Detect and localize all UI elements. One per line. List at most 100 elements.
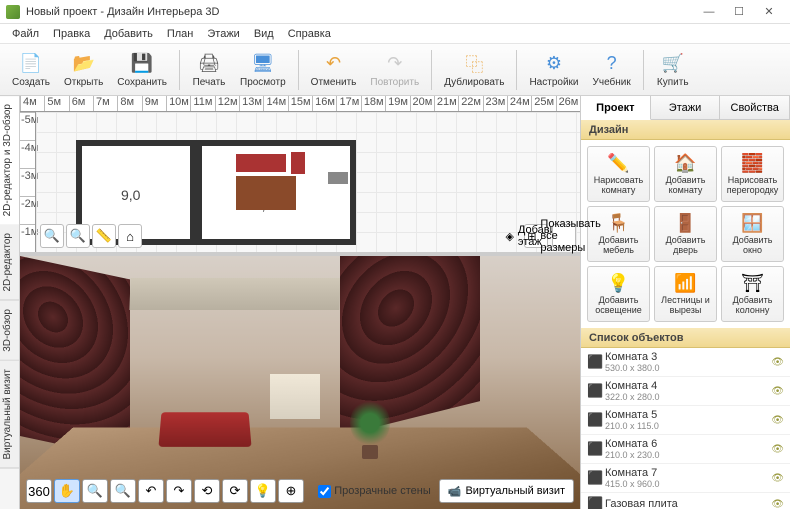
visibility-icon[interactable]: 👁 bbox=[771, 499, 784, 509]
show-dims-button[interactable]: ⊞Показывать все размеры bbox=[552, 224, 576, 248]
left-tab-2[interactable]: 3D-обзор bbox=[0, 301, 19, 361]
sofa-2d[interactable] bbox=[236, 154, 286, 172]
ruler-horizontal: 4м5м6м7м8м9м10м11м12м13м14м15м16м17м18м1… bbox=[20, 96, 580, 112]
objects-header: Список объектов bbox=[581, 328, 790, 348]
settings-3d-button[interactable]: ⊕ bbox=[278, 479, 304, 503]
toolbar-открыть[interactable]: 📂Открыть bbox=[58, 50, 109, 90]
object-item[interactable]: ⬛Газовая плита👁 bbox=[581, 493, 790, 509]
object-item[interactable]: ⬛Комната 6210.0 x 230.0👁 bbox=[581, 435, 790, 464]
view2d-right-tools: ◈Добавить этаж ⊞Показывать все размеры bbox=[524, 224, 576, 248]
view-2d[interactable]: -5м-4м-3м-2м-1м 9,0 20,0 🔍 🔍 📏 ⌂ ◈Добави… bbox=[20, 112, 580, 252]
ruler-vertical: -5м-4м-3м-2м-1м bbox=[20, 112, 36, 252]
design-btn[interactable]: 🧱Нарисовать перегородку bbox=[721, 146, 784, 202]
design-btn[interactable]: ✏️Нарисовать комнату bbox=[587, 146, 650, 202]
toolbar-печать[interactable]: 🖨Печать bbox=[186, 50, 232, 90]
menu-добавить[interactable]: Добавить bbox=[98, 26, 159, 42]
menu-план[interactable]: План bbox=[161, 26, 200, 42]
right-tab-свойства[interactable]: Свойства bbox=[720, 96, 790, 119]
view-3d[interactable]: 360 ✋ 🔍 🔍 ↶ ↷ ⟲ ⟳ 💡 ⊕ Прозрачные стены 📹… bbox=[20, 256, 580, 509]
canvas-area: 4м5м6м7м8м9м10м11м12м13м14м15м16м17м18м1… bbox=[20, 96, 580, 509]
left-tab-1[interactable]: 2D-редактор bbox=[0, 225, 19, 301]
sofa-3d[interactable] bbox=[158, 412, 251, 447]
zoom-in-3d-button[interactable]: 🔍 bbox=[82, 479, 108, 503]
zoom-out-3d-button[interactable]: 🔍 bbox=[110, 479, 136, 503]
zoom-out-button[interactable]: 🔍 bbox=[66, 224, 90, 248]
design-btn[interactable]: 💡Добавить освещение bbox=[587, 266, 650, 322]
virtual-visit-button[interactable]: 📹Виртуальный визит bbox=[439, 479, 574, 503]
toolbar-дублировать[interactable]: ⿻Дублировать bbox=[438, 50, 510, 90]
menu-файл[interactable]: Файл bbox=[6, 26, 45, 42]
visibility-icon[interactable]: 👁 bbox=[771, 415, 784, 426]
redo-3d-button[interactable]: ↷ bbox=[166, 479, 192, 503]
design-btn[interactable]: 🚪Добавить дверь bbox=[654, 206, 717, 262]
открыть-icon: 📂 bbox=[72, 52, 96, 76]
object-icon: ⬛ bbox=[587, 441, 605, 457]
right-tab-проект[interactable]: Проект bbox=[581, 96, 651, 120]
view2d-tools: 🔍 🔍 📏 ⌂ bbox=[40, 224, 142, 248]
design-btn[interactable]: 🪟Добавить окно bbox=[721, 206, 784, 262]
transparent-walls-checkbox[interactable]: Прозрачные стены bbox=[318, 485, 430, 498]
object-item[interactable]: ⬛Комната 7415.0 x 960.0👁 bbox=[581, 464, 790, 493]
toolbar-просмотр[interactable]: 🖥Просмотр bbox=[234, 50, 292, 90]
light-button[interactable]: 💡 bbox=[250, 479, 276, 503]
toolbar-separator bbox=[516, 50, 517, 90]
visibility-icon[interactable]: 👁 bbox=[771, 444, 784, 455]
app-icon bbox=[6, 5, 20, 19]
design-btn[interactable]: ⛩Добавить колонну bbox=[721, 266, 784, 322]
menu-справка[interactable]: Справка bbox=[282, 26, 337, 42]
object-icon: ⬛ bbox=[587, 496, 605, 509]
visibility-icon[interactable]: 👁 bbox=[771, 357, 784, 368]
visibility-icon[interactable]: 👁 bbox=[771, 386, 784, 397]
home-button[interactable]: ⌂ bbox=[118, 224, 142, 248]
design-icon: ✏️ bbox=[607, 153, 629, 174]
visibility-icon[interactable]: 👁 bbox=[771, 473, 784, 484]
toolbar-настройки[interactable]: ⚙Настройки bbox=[523, 50, 584, 90]
tv-2d[interactable] bbox=[328, 172, 348, 184]
object-item[interactable]: ⬛Комната 3530.0 x 380.0👁 bbox=[581, 348, 790, 377]
orbit-button[interactable]: 360 bbox=[26, 479, 52, 503]
design-icon: 🚪 bbox=[674, 213, 696, 234]
close-button[interactable]: ✕ bbox=[754, 0, 784, 24]
печать-icon: 🖨 bbox=[197, 52, 221, 76]
design-icon: 📶 bbox=[674, 273, 696, 294]
left-tab-3[interactable]: Виртуальный визит bbox=[0, 361, 19, 469]
toolbar-separator bbox=[179, 50, 180, 90]
floorplan-canvas[interactable]: 9,0 20,0 🔍 🔍 📏 ⌂ ◈Добавить этаж ⊞Показыв… bbox=[36, 112, 580, 252]
toolbar-учебник[interactable]: ?Учебник bbox=[587, 50, 637, 90]
pan-button[interactable]: ✋ bbox=[54, 479, 80, 503]
design-icon: 🧱 bbox=[741, 153, 763, 174]
rotate-left-button[interactable]: ⟲ bbox=[194, 479, 220, 503]
design-grid: ✏️Нарисовать комнату🏠Добавить комнату🧱На… bbox=[581, 140, 790, 328]
maximize-button[interactable]: ☐ bbox=[724, 0, 754, 24]
zoom-in-button[interactable]: 🔍 bbox=[40, 224, 64, 248]
plant-3d[interactable] bbox=[350, 399, 390, 459]
right-tab-этажи[interactable]: Этажи bbox=[651, 96, 721, 119]
toolbar-отменить[interactable]: ↶Отменить bbox=[305, 50, 363, 90]
toolbar-купить[interactable]: 🛒Купить bbox=[650, 50, 696, 90]
object-item[interactable]: ⬛Комната 5210.0 x 115.0👁 bbox=[581, 406, 790, 435]
left-tab-0[interactable]: 2D-редактор и 3D-обзор bbox=[0, 96, 19, 225]
menu-этажи[interactable]: Этажи bbox=[201, 26, 245, 42]
object-icon: ⬛ bbox=[587, 470, 605, 486]
rotate-right-button[interactable]: ⟳ bbox=[222, 479, 248, 503]
undo-3d-button[interactable]: ↶ bbox=[138, 479, 164, 503]
menu-вид[interactable]: Вид bbox=[248, 26, 280, 42]
учебник-icon: ? bbox=[600, 52, 624, 76]
tv-stand-3d[interactable] bbox=[270, 374, 320, 419]
object-item[interactable]: ⬛Комната 4322.0 x 280.0👁 bbox=[581, 377, 790, 406]
design-btn[interactable]: 📶Лестницы и вырезы bbox=[654, 266, 717, 322]
menu-правка[interactable]: Правка bbox=[47, 26, 96, 42]
wall-3d bbox=[129, 278, 340, 310]
carpet-2d[interactable] bbox=[236, 176, 296, 210]
minimize-button[interactable]: — bbox=[694, 0, 724, 24]
design-icon: 🪑 bbox=[607, 213, 629, 234]
toolbar-separator bbox=[431, 50, 432, 90]
ruler-button[interactable]: 📏 bbox=[92, 224, 116, 248]
design-btn[interactable]: 🏠Добавить комнату bbox=[654, 146, 717, 202]
objects-list: ⬛Комната 3530.0 x 380.0👁⬛Комната 4322.0 … bbox=[581, 348, 790, 509]
купить-icon: 🛒 bbox=[661, 52, 685, 76]
chair-2d[interactable] bbox=[291, 152, 305, 174]
toolbar-повторить: ↷Повторить bbox=[364, 50, 425, 90]
toolbar-создать[interactable]: 📄Создать bbox=[6, 50, 56, 90]
toolbar-сохранить[interactable]: 💾Сохранить bbox=[111, 50, 173, 90]
